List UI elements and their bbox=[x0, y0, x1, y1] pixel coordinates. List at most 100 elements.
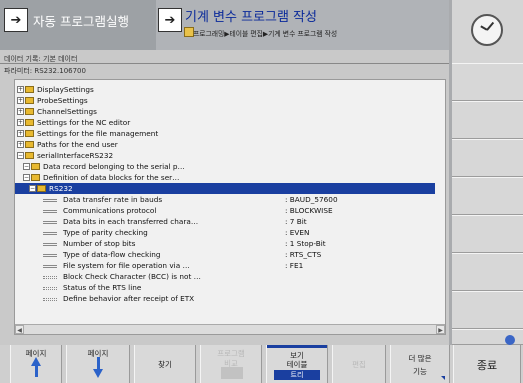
tree-parameter-row[interactable]: Block Check Character (BCC) is not … bbox=[15, 271, 435, 282]
more-functions-button[interactable]: 더 많은 기능 bbox=[390, 345, 450, 383]
tree-label: Status of the RTS line bbox=[63, 283, 142, 292]
side-softkey-2[interactable] bbox=[452, 101, 523, 139]
expand-toggle-icon[interactable]: + bbox=[17, 141, 24, 148]
tree-parameter-row[interactable]: Data transfer rate in bauds: BAUD_57600 bbox=[15, 194, 435, 205]
parameter-icon bbox=[43, 298, 57, 301]
tree-parameter-row[interactable]: Number of stop bits : 1 Stop-Bit bbox=[15, 238, 435, 249]
edit-mode-icon[interactable]: ➔ bbox=[158, 8, 182, 32]
softkey-row-indicator-icon bbox=[505, 335, 515, 345]
tree-label: DisplaySettings bbox=[37, 85, 94, 94]
expand-toggle-icon[interactable]: + bbox=[17, 119, 24, 126]
tree-folder-row[interactable]: − Definition of data blocks for the ser… bbox=[15, 172, 435, 183]
tree-folder-row[interactable]: − Data record belonging to the serial p… bbox=[15, 161, 435, 172]
tree-parameter-row[interactable]: Status of the RTS line bbox=[15, 282, 435, 293]
side-softkey-3[interactable] bbox=[452, 139, 523, 177]
horizontal-scrollbar[interactable]: ◀ ▶ bbox=[15, 324, 445, 334]
arrow-down-stem bbox=[96, 357, 100, 369]
page-title: 기계 변수 프로그램 작성 bbox=[185, 10, 317, 25]
parameter-info: 파라미터: RS232.106700 bbox=[4, 67, 86, 75]
edit-label: 편집 bbox=[352, 360, 366, 369]
end-button[interactable]: 종료 bbox=[453, 345, 521, 383]
expand-toggle-icon[interactable]: − bbox=[29, 185, 36, 192]
tree-parameter-row[interactable]: File system for file operation via …: FE… bbox=[15, 260, 435, 271]
parameter-value: : 1 Stop-Bit bbox=[285, 239, 326, 248]
program-run-icon: ➔ bbox=[4, 8, 28, 32]
folder-icon bbox=[25, 97, 34, 104]
tree-label: RS232 bbox=[49, 184, 73, 193]
expand-toggle-icon[interactable]: − bbox=[17, 152, 24, 159]
parameter-value: : BLOCKWISE bbox=[285, 206, 333, 215]
folder-icon bbox=[31, 174, 40, 181]
folder-icon bbox=[25, 130, 34, 137]
expand-toggle-icon[interactable]: + bbox=[17, 130, 24, 137]
tree-label: Settings for the NC editor bbox=[37, 118, 131, 127]
tree-label: Define behavior after receipt of ETX bbox=[63, 294, 195, 303]
tree-label: Number of stop bits bbox=[63, 239, 136, 248]
view-toggle-button[interactable]: 보기 테이블 트리 bbox=[266, 345, 328, 383]
tree-folder-row[interactable]: + Paths for the end user bbox=[15, 139, 435, 150]
tree-label: serialInterfaceRS232 bbox=[37, 151, 114, 160]
tree-parameter-row[interactable]: Define behavior after receipt of ETX bbox=[15, 293, 435, 304]
clock-panel bbox=[452, 0, 523, 63]
tree-folder-row[interactable]: − serialInterfaceRS232 bbox=[15, 150, 435, 161]
tree-parameter-row[interactable]: Communications protocol: BLOCKWISE bbox=[15, 205, 435, 216]
scroll-left-icon[interactable]: ◀ bbox=[15, 325, 24, 334]
page-down-button[interactable]: 페이지 bbox=[66, 345, 130, 383]
tree-label: Settings for the file management bbox=[37, 129, 159, 138]
folder-icon bbox=[25, 119, 34, 126]
tree-label: ChannelSettings bbox=[37, 107, 97, 116]
clock-icon bbox=[471, 14, 503, 46]
side-softkey-4[interactable] bbox=[452, 177, 523, 215]
end-label: 종료 bbox=[476, 359, 498, 372]
tree-folder-row[interactable]: + DisplaySettings bbox=[15, 84, 435, 95]
scroll-right-icon[interactable]: ▶ bbox=[436, 325, 445, 334]
submenu-icon bbox=[441, 376, 445, 380]
parameter-icon bbox=[43, 254, 57, 257]
tree-label: ProbeSettings bbox=[37, 96, 88, 105]
parameter-icon bbox=[43, 276, 57, 279]
compare-icon bbox=[221, 367, 243, 379]
tree-folder-row[interactable]: + Settings for the NC editor bbox=[15, 117, 435, 128]
parameter-value: : FE1 bbox=[285, 261, 304, 270]
tree-folder-row[interactable]: + Settings for the file management bbox=[15, 128, 435, 139]
tree-parameter-row[interactable]: Type of data-flow checking: RTS_CTS bbox=[15, 249, 435, 260]
info-divider bbox=[0, 63, 449, 64]
find-button[interactable]: 찾기 bbox=[134, 345, 196, 383]
tree-parameter-row[interactable]: Data bits in each transferred chara…: 7 … bbox=[15, 216, 435, 227]
compare-button: 프로그램 비교 bbox=[200, 345, 262, 383]
active-indicator bbox=[267, 345, 327, 348]
breadcrumb: 프로그래밍▶테이블 편집▶기계 변수 프로그램 작성 bbox=[193, 30, 338, 38]
mode-label: 자동 프로그램실행 bbox=[33, 13, 129, 29]
parameter-icon bbox=[43, 265, 57, 268]
edit-header: ➔ 기계 변수 프로그램 작성 프로그래밍▶테이블 편집▶기계 변수 프로그램 … bbox=[156, 0, 449, 50]
side-softkey-5[interactable] bbox=[452, 215, 523, 253]
expand-toggle-icon[interactable]: − bbox=[23, 163, 30, 170]
parameter-icon bbox=[43, 210, 57, 213]
side-softkey-1[interactable] bbox=[452, 63, 523, 101]
parameter-icon bbox=[43, 243, 57, 246]
folder-icon bbox=[25, 141, 34, 148]
view-table-label: 테이블 bbox=[286, 360, 308, 369]
parameter-tree[interactable]: Define behavior after receipt of ETX Stat… bbox=[14, 79, 446, 335]
tree-label: Data bits in each transferred chara… bbox=[63, 217, 199, 226]
expand-toggle-icon[interactable]: + bbox=[17, 108, 24, 115]
tree-label: Type of data-flow checking bbox=[63, 250, 161, 259]
tree-folder-row[interactable]: + ChannelSettings bbox=[15, 106, 435, 117]
tree-label: Definition of data blocks for the ser… bbox=[43, 173, 180, 182]
tree-folder-row[interactable]: + ProbeSettings bbox=[15, 95, 435, 106]
side-softkey-7[interactable] bbox=[452, 291, 523, 329]
tree-folder-row[interactable]: − RS232 bbox=[15, 183, 435, 194]
page-up-button[interactable]: 페이지 bbox=[10, 345, 62, 383]
expand-toggle-icon[interactable]: + bbox=[17, 86, 24, 93]
folder-icon bbox=[25, 86, 34, 93]
mode-button[interactable]: ➔ 자동 프로그램실행 bbox=[4, 8, 129, 32]
find-label: 찾기 bbox=[158, 360, 172, 369]
expand-toggle-icon[interactable]: + bbox=[17, 97, 24, 104]
side-softkey-6[interactable] bbox=[452, 253, 523, 291]
arrow-down-icon bbox=[93, 369, 103, 378]
tree-parameter-row[interactable]: Type of parity checking: EVEN bbox=[15, 227, 435, 238]
folder-icon bbox=[37, 185, 46, 192]
expand-toggle-icon[interactable]: − bbox=[23, 174, 30, 181]
softkey-bar: 페이지 페이지 찾기 프로그램 비교 보기 테이블 트리 편집 더 많은 기능 … bbox=[0, 345, 523, 383]
parameter-icon bbox=[43, 287, 57, 290]
